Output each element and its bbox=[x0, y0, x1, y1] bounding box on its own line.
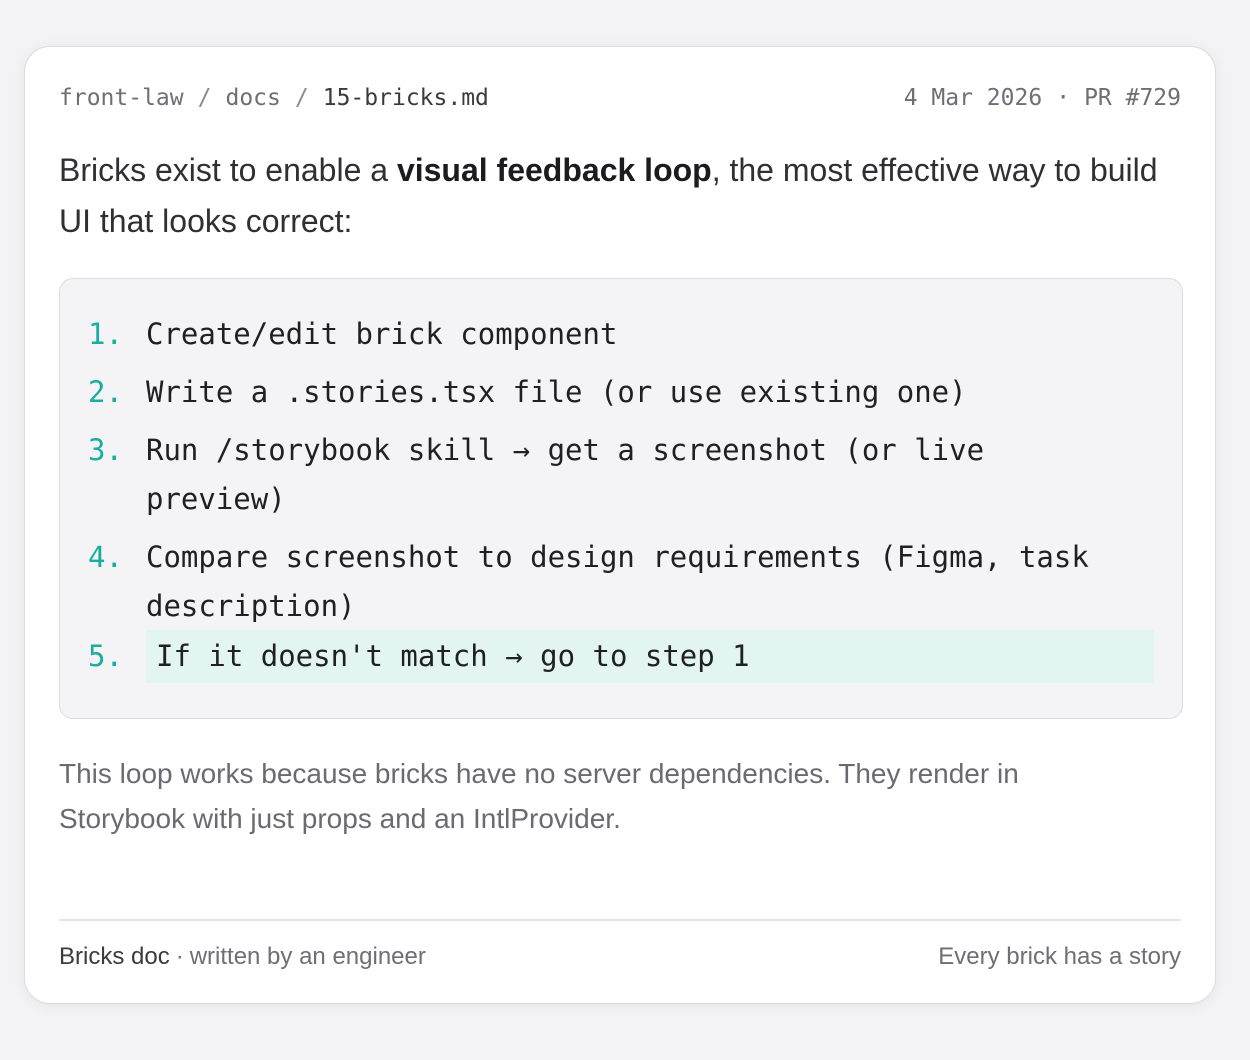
intro-paragraph: Bricks exist to enable a visual feedback… bbox=[59, 145, 1181, 247]
step-item: 1. Create/edit brick component bbox=[88, 317, 1154, 352]
doc-card: front-law / docs / 15-bricks.md 4 Mar 20… bbox=[24, 46, 1216, 1004]
doc-meta: 4 Mar 2026 · PR #729 bbox=[904, 85, 1181, 111]
footer-separator: · bbox=[175, 943, 184, 970]
meta-separator: · bbox=[1056, 85, 1071, 111]
breadcrumb-item-file: 15-bricks.md bbox=[322, 85, 489, 111]
step-text: If it doesn't match → go to step 1 bbox=[146, 630, 1154, 683]
step-text-line: Run /storybook skill → get a screenshot … bbox=[146, 433, 985, 467]
step-item: 3. Run /storybook skill → get a screensh… bbox=[88, 433, 1154, 517]
pr-link[interactable]: PR #729 bbox=[1084, 85, 1181, 111]
card-footer: Bricks doc · written by an engineer Ever… bbox=[59, 940, 1181, 974]
step-item: 4. Compare screenshot to design requirem… bbox=[88, 540, 1154, 624]
footer-tagline: Every brick has a story bbox=[938, 943, 1181, 970]
doc-name: Bricks doc bbox=[59, 943, 170, 970]
breadcrumb-separator: / bbox=[294, 85, 309, 111]
step-number: 2. bbox=[88, 375, 123, 409]
step-text: Compare screenshot to design requirement… bbox=[146, 540, 1154, 624]
step-item-highlighted: 5. If it doesn't match → go to step 1 bbox=[88, 630, 1154, 683]
footer-credit: Bricks doc · written by an engineer bbox=[59, 943, 426, 971]
step-number: 1. bbox=[88, 317, 123, 351]
step-text: Create/edit brick component bbox=[146, 317, 618, 351]
byline: written by an engineer bbox=[189, 943, 426, 970]
step-text: Run /storybook skill → get a screenshot … bbox=[146, 433, 1154, 517]
breadcrumb-item-repo[interactable]: front-law bbox=[59, 85, 184, 111]
step-item: 2. Write a .stories.tsx file (or use exi… bbox=[88, 375, 1154, 410]
steps-code-block: 1. Create/edit brick component 2. Write … bbox=[59, 278, 1183, 719]
step-number: 3. bbox=[88, 433, 123, 467]
intro-text-before: Bricks exist to enable a bbox=[59, 152, 397, 188]
breadcrumb-separator: / bbox=[197, 85, 212, 111]
step-text: Write a .stories.tsx file (or use existi… bbox=[146, 375, 967, 409]
step-number: 5. bbox=[88, 639, 123, 673]
intro-emphasis: visual feedback loop bbox=[396, 152, 712, 188]
breadcrumb-item-folder[interactable]: docs bbox=[225, 85, 280, 111]
footer-divider bbox=[59, 919, 1181, 921]
step-number: 4. bbox=[88, 540, 123, 574]
step-text-line: preview) bbox=[146, 482, 286, 516]
step-text-line: description) bbox=[146, 589, 356, 623]
breadcrumb: front-law / docs / 15-bricks.md bbox=[59, 85, 489, 111]
doc-date: 4 Mar 2026 bbox=[903, 85, 1043, 111]
card-header: front-law / docs / 15-bricks.md 4 Mar 20… bbox=[59, 83, 1181, 113]
step-text-line: Compare screenshot to design requirement… bbox=[146, 540, 1089, 574]
outro-paragraph: This loop works because bricks have no s… bbox=[59, 758, 1019, 834]
